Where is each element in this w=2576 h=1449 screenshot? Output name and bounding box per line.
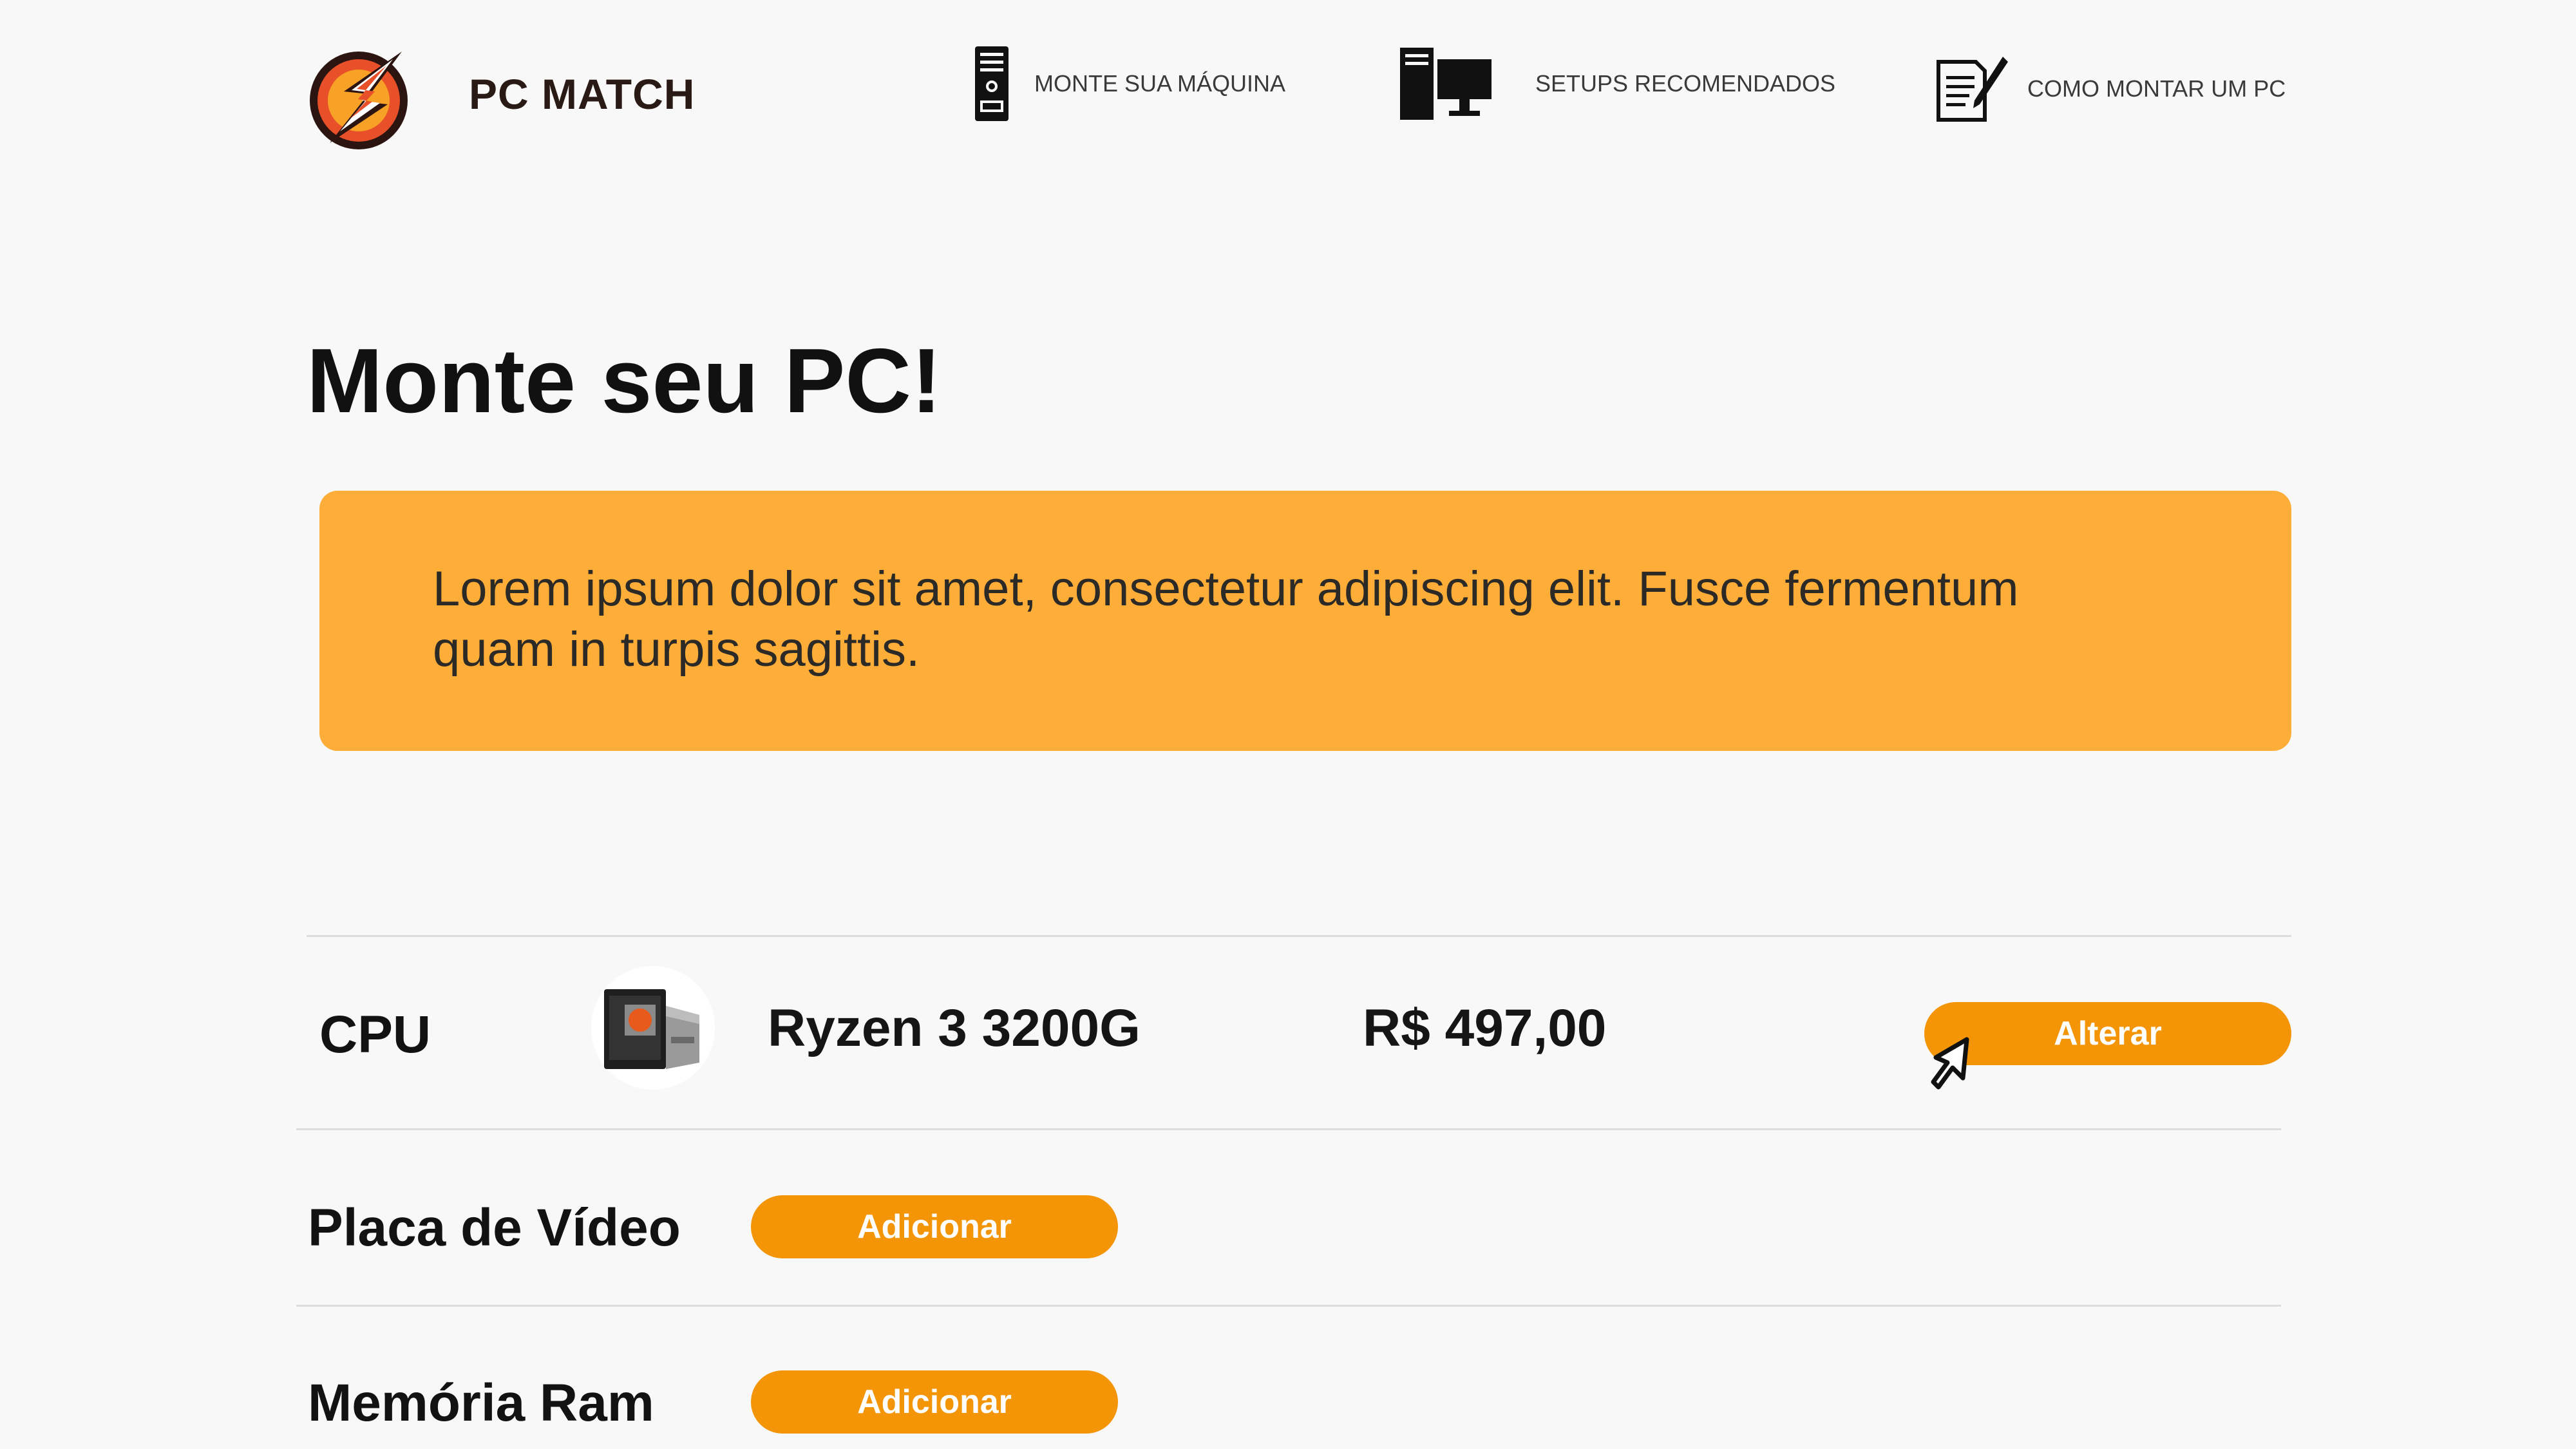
row-label-ram: Memória Ram — [308, 1374, 654, 1432]
cpu-product-image — [591, 966, 715, 1090]
pc-tower-icon — [975, 46, 1009, 121]
nav-setups-recomendados[interactable]: SETUPS RECOMENDADOS — [1399, 46, 1835, 121]
banner-text: Lorem ipsum dolor sit amet, consectetur … — [433, 562, 2019, 677]
mouse-cursor-icon — [1929, 1036, 1978, 1090]
row-label-cpu: CPU — [319, 1005, 431, 1064]
nav-como-montar-um-pc[interactable]: COMO MONTAR UM PC — [1936, 55, 2286, 122]
nav-label: COMO MONTAR UM PC — [2027, 75, 2286, 102]
alterar-cpu-button[interactable]: Alterar — [1924, 1002, 2291, 1065]
adicionar-gpu-button[interactable]: Adicionar — [751, 1195, 1118, 1258]
nav-monte-sua-maquina[interactable]: MONTE SUA MÁQUINA — [974, 45, 1285, 122]
nav-label: MONTE SUA MÁQUINA — [1034, 70, 1286, 97]
cpu-product-name: Ryzen 3 3200G — [768, 999, 1141, 1057]
document-pencil-icon — [1937, 57, 2008, 122]
page: PC MATCH MONTE SUA MÁQUINA SETUPS RECOME… — [0, 0, 2576, 1449]
divider — [307, 935, 2291, 937]
cpu-product-price: R$ 497,00 — [1363, 999, 1607, 1057]
nav-label: SETUPS RECOMENDADOS — [1535, 70, 1836, 97]
lightning-bolt-logo-icon[interactable] — [305, 46, 412, 156]
brand-name[interactable]: PC MATCH — [469, 70, 695, 118]
page-title: Monte seu PC! — [307, 330, 942, 432]
desktop-setup-icon — [1400, 48, 1492, 120]
divider — [296, 1305, 2281, 1307]
row-label-gpu: Placa de Vídeo — [308, 1198, 681, 1257]
info-banner: Lorem ipsum dolor sit amet, consectetur … — [319, 491, 2291, 751]
adicionar-ram-button[interactable]: Adicionar — [751, 1370, 1118, 1434]
divider — [296, 1128, 2281, 1130]
